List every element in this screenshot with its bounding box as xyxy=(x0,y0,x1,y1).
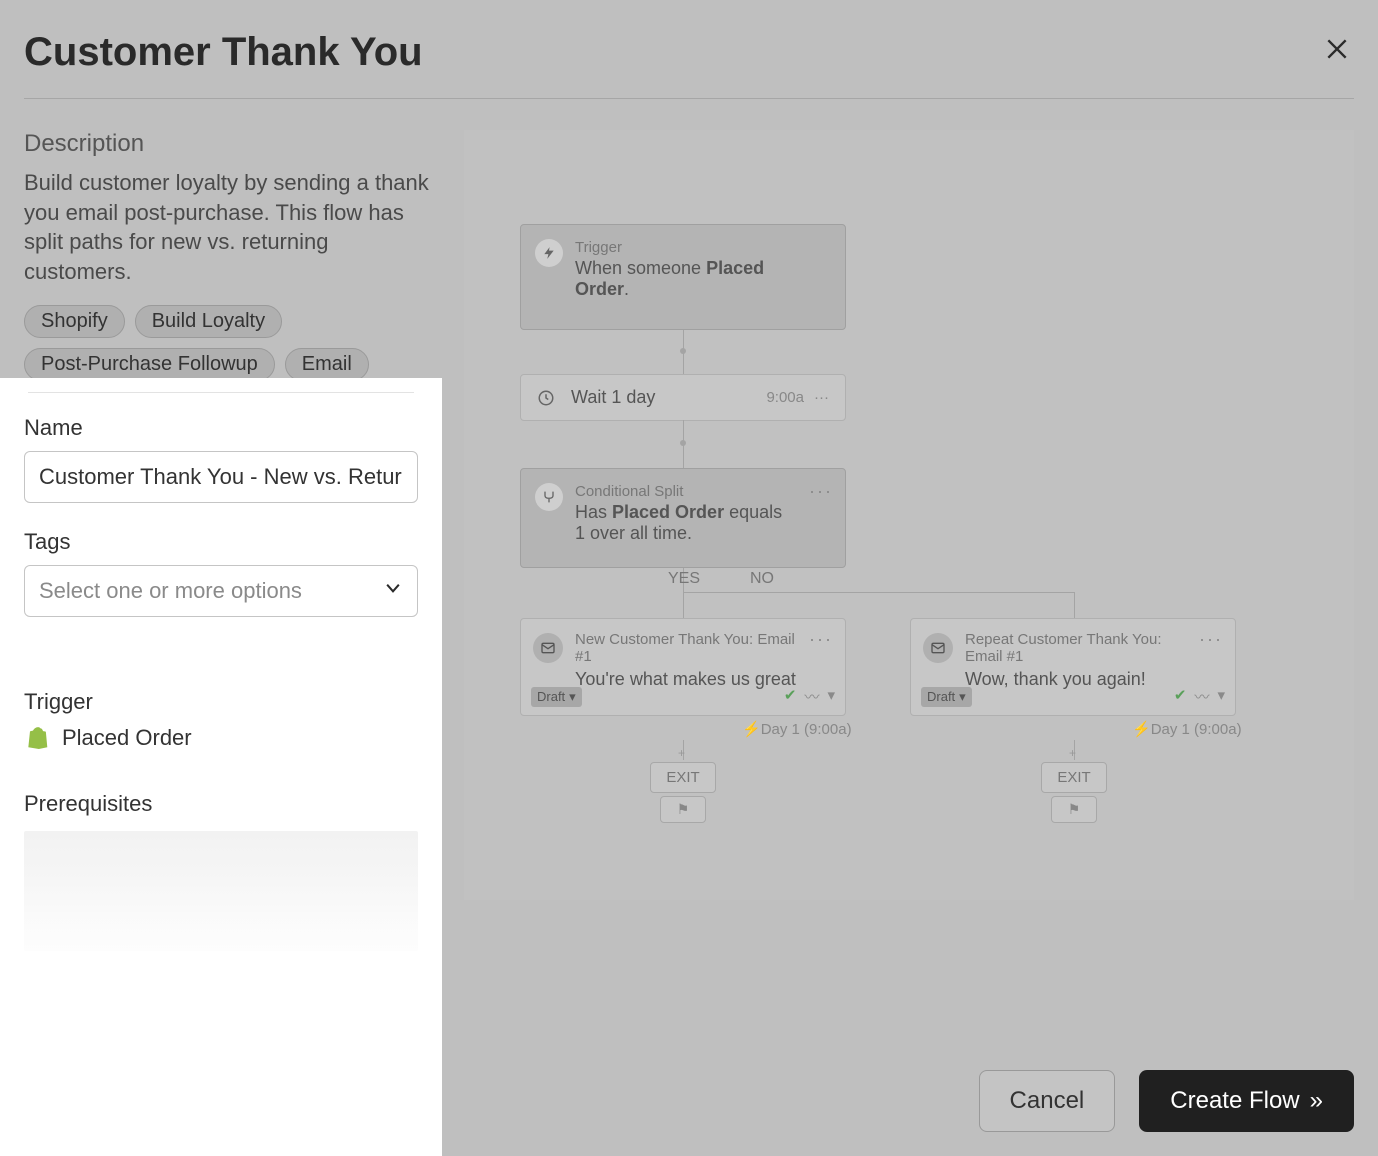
tag-shopify[interactable]: Shopify xyxy=(24,305,125,338)
connector xyxy=(683,592,684,618)
close-icon xyxy=(1324,36,1350,69)
tags-select[interactable]: Select one or more options xyxy=(24,565,418,617)
exit-pill-left[interactable]: EXIT xyxy=(650,762,716,793)
activity-icon: 〰 xyxy=(804,686,819,707)
name-input[interactable] xyxy=(24,451,418,503)
prerequisites-placeholder xyxy=(24,831,418,951)
more-icon[interactable]: ··· xyxy=(809,629,833,650)
node-type-split: Conditional Split xyxy=(575,483,795,500)
chevron-down-icon xyxy=(383,578,403,604)
bolt-icon: ⚡ xyxy=(742,721,761,738)
email-right-title: Repeat Customer Thank You: Email #1 xyxy=(965,631,1189,665)
node-email-new-customer[interactable]: New Customer Thank You: Email #1 You're … xyxy=(520,618,846,716)
check-icon: ✔ xyxy=(1174,686,1187,707)
caret-down-icon: ▾ xyxy=(569,689,576,705)
email-left-title: New Customer Thank You: Email #1 xyxy=(575,631,799,665)
more-icon[interactable]: ··· xyxy=(809,481,833,502)
split-icon xyxy=(535,483,563,511)
node-email-repeat-customer[interactable]: Repeat Customer Thank You: Email #1 Wow,… xyxy=(910,618,1236,716)
connector xyxy=(1074,592,1075,618)
activity-icon: 〰 xyxy=(1194,686,1209,707)
check-icon: ✔ xyxy=(784,686,797,707)
shopify-icon xyxy=(24,725,50,751)
wait-text: Wait 1 day xyxy=(571,387,655,408)
page-title: Customer Thank You xyxy=(24,30,423,75)
connector-dot xyxy=(680,440,686,446)
branch-no-label: NO xyxy=(750,570,774,588)
add-step-icon[interactable]: + xyxy=(1069,746,1079,756)
tags-label: Tags xyxy=(24,529,418,555)
bolt-icon: ⚡ xyxy=(1132,721,1151,738)
node-wait[interactable]: Wait 1 day 9:00a ··· xyxy=(520,374,846,421)
more-icon[interactable]: ··· xyxy=(814,389,829,406)
filter-icon: ▾ xyxy=(827,686,835,707)
form-panel: Name Tags Select one or more options Tri… xyxy=(0,378,442,1156)
wait-time: 9:00a xyxy=(766,389,804,406)
node-conditional-split[interactable]: Conditional Split Has Placed Order equal… xyxy=(520,468,846,568)
tag-build-loyalty[interactable]: Build Loyalty xyxy=(135,305,282,338)
bolt-icon xyxy=(535,239,563,267)
route-pill-left[interactable]: ⚑ xyxy=(660,796,706,823)
name-label: Name xyxy=(24,415,418,441)
tag-email[interactable]: Email xyxy=(285,348,369,381)
flow-canvas[interactable]: Trigger When someone Placed Order. Wait … xyxy=(464,130,1354,900)
description-body: Build customer loyalty by sending a than… xyxy=(24,168,432,287)
flag-icon: ⚑ xyxy=(1068,801,1081,817)
email-icon xyxy=(923,633,953,663)
email-right-day: ⚡Day 1 (9:00a) xyxy=(1132,720,1242,738)
branch-yes-label: YES xyxy=(668,570,700,588)
split-text: Has Placed Order equals 1 over all time. xyxy=(575,502,795,544)
trigger-section-label: Trigger xyxy=(24,689,418,715)
connector-dot xyxy=(680,348,686,354)
tags-placeholder: Select one or more options xyxy=(39,578,302,604)
add-step-icon[interactable]: + xyxy=(678,746,688,756)
node-trigger[interactable]: Trigger When someone Placed Order. xyxy=(520,224,846,330)
close-button[interactable] xyxy=(1320,32,1354,74)
exit-pill-right[interactable]: EXIT xyxy=(1041,762,1107,793)
filter-icon: ▾ xyxy=(1217,686,1225,707)
status-badge: Draft▾ xyxy=(921,687,972,707)
email-left-day: ⚡Day 1 (9:00a) xyxy=(742,720,852,738)
trigger-text: When someone Placed Order. xyxy=(575,258,795,300)
connector xyxy=(683,592,1074,593)
tag-post-purchase[interactable]: Post-Purchase Followup xyxy=(24,348,275,381)
cancel-button[interactable]: Cancel xyxy=(979,1070,1116,1132)
more-icon[interactable]: ··· xyxy=(1199,629,1223,650)
flag-icon: ⚑ xyxy=(677,801,690,817)
clock-icon xyxy=(533,385,559,411)
status-badge: Draft▾ xyxy=(531,687,582,707)
node-type-trigger: Trigger xyxy=(575,239,795,256)
route-pill-right[interactable]: ⚑ xyxy=(1051,796,1097,823)
prerequisites-label: Prerequisites xyxy=(24,791,418,817)
email-icon xyxy=(533,633,563,663)
trigger-value: Placed Order xyxy=(62,725,192,751)
chevron-right-icon: » xyxy=(1310,1087,1323,1115)
header-divider xyxy=(24,98,1354,99)
create-flow-button[interactable]: Create Flow » xyxy=(1139,1070,1354,1132)
panel-divider xyxy=(28,392,414,393)
description-label: Description xyxy=(24,130,432,158)
caret-down-icon: ▾ xyxy=(959,689,966,705)
